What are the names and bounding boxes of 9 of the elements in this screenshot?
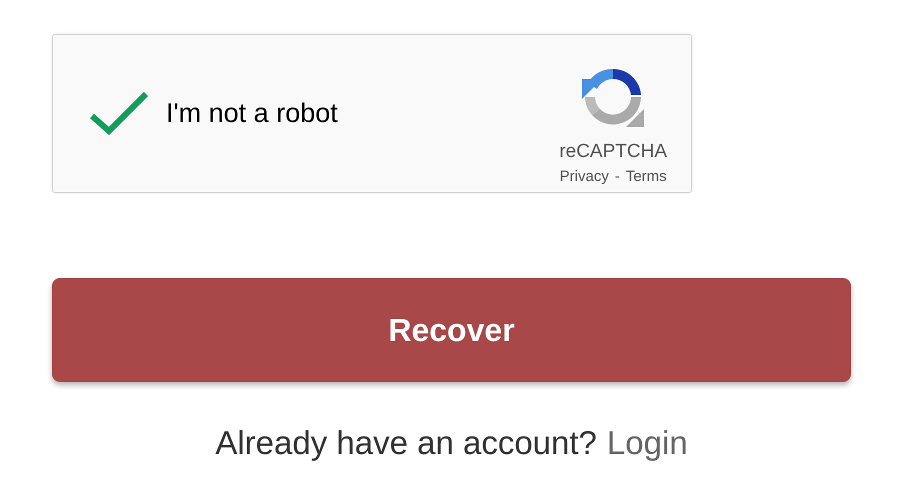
footer-link[interactable]: Terms — [626, 168, 667, 184]
footer-link[interactable]: Privacy — [560, 168, 609, 184]
login-link[interactable]: Login — [606, 424, 688, 462]
separator: - — [614, 168, 620, 184]
captcha-label: I'm not a robot — [166, 98, 339, 129]
checkmark-icon[interactable] — [89, 90, 149, 136]
recover-button[interactable]: Recover — [52, 278, 851, 382]
account-prompt: Already have an account? — [215, 424, 597, 462]
brand-name: reCAPTCHA — [559, 140, 667, 162]
